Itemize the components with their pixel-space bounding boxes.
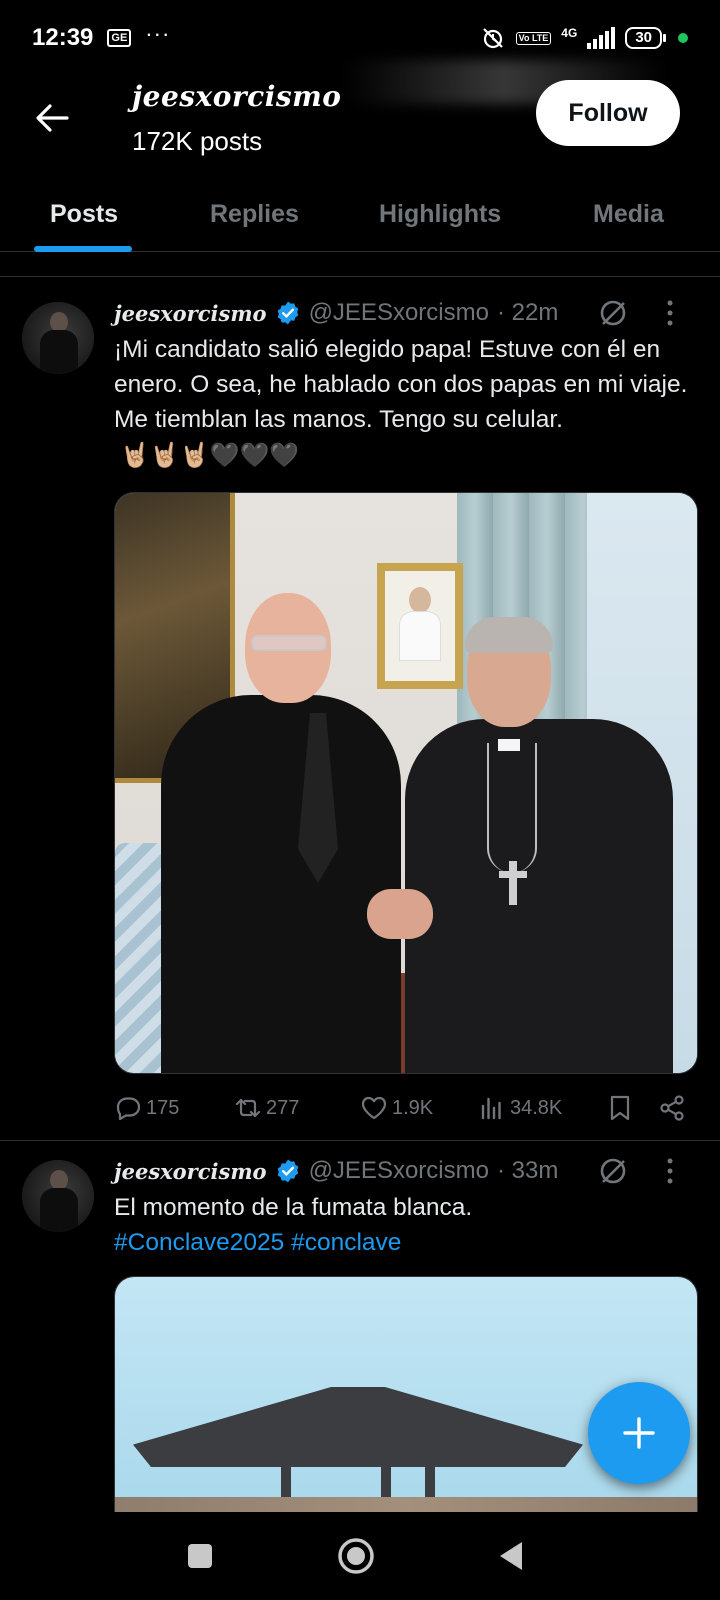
grok-icon[interactable] [598,298,628,328]
repost-icon [235,1098,261,1118]
verified-icon [277,301,298,325]
bookmark-button[interactable] [606,1090,634,1126]
tab-media[interactable]: Media [593,176,664,252]
reply-count: 175 [146,1096,180,1119]
views-icon [481,1097,501,1120]
compose-plus-icon [623,1417,655,1449]
verified-icon [277,1159,298,1183]
tab-highlights[interactable]: Highlights [379,176,501,252]
nav-home-icon [338,1538,374,1574]
grok-icon[interactable] [598,1156,628,1186]
reply-button[interactable]: 175 [114,1090,179,1126]
post-text: El momento de la fumata blanca. #Conclav… [114,1190,704,1260]
tab-replies-label: Replies [210,199,299,228]
sim-chip-icon: GE [107,29,132,47]
repost-count: 277 [266,1096,300,1119]
post-divider [0,1140,720,1141]
status-time: 12:39 [32,24,94,51]
post-body: ¡Mi candidato salió elegido papa! Estuve… [114,336,688,433]
repost-button[interactable]: 277 [234,1090,299,1126]
nav-recents-icon [188,1544,212,1568]
volte-label: Vo LTE [518,32,549,43]
network-type-label: 4G [561,26,578,40]
views-button[interactable]: 34.8K [478,1090,562,1126]
tab-replies[interactable]: Replies [210,176,299,252]
battery-level: 30 [635,29,652,46]
post-timestamp: · 22m [496,299,559,326]
avatar[interactable] [22,302,94,374]
follow-button[interactable]: Follow [536,80,680,146]
back-button[interactable] [30,96,74,140]
person-left [161,695,401,1073]
signal-icon [587,27,616,49]
tab-media-label: Media [593,199,664,228]
feed-divider [0,276,720,277]
profile-header: jeesxorcismo 172K posts Follow [0,60,720,176]
more-notifications-icon: ··· [145,21,171,46]
emoji-group: 🤘🏼🤘🏼🤘🏼🖤🖤🖤 [120,441,300,469]
tab-posts[interactable]: Posts [34,176,133,252]
nav-back-icon [500,1542,522,1570]
system-nav-bar [0,1512,720,1600]
like-icon [361,1096,387,1120]
post-author-handle[interactable]: @JEESxorcismo [309,1157,489,1185]
post-body: El momento de la fumata blanca. [114,1194,473,1221]
share-button[interactable] [658,1090,686,1126]
active-tab-indicator [34,246,133,252]
reply-icon [116,1097,141,1121]
tab-posts-label: Posts [50,199,119,228]
tab-highlights-label: Highlights [379,199,502,228]
bookmark-icon [610,1095,630,1121]
compose-button[interactable] [588,1382,690,1484]
more-icon[interactable] [666,300,674,326]
nav-recents-button[interactable] [180,1536,220,1576]
post-actions: 175 277 1.9K 34.8K [114,1090,694,1126]
like-button[interactable]: 1.9K [360,1090,433,1126]
avatar[interactable] [22,1160,94,1232]
profile-display-name: jeesxorcismo [132,80,342,113]
nav-home-button[interactable] [336,1536,376,1576]
handshake [367,889,433,939]
alarm-off-icon [482,28,503,49]
like-count: 1.9K [392,1096,434,1119]
post-header: jeesxorcismo @JEESxorcismo · 22m [114,296,558,330]
post-author-name[interactable]: jeesxorcismo [114,301,267,326]
post-hashtags[interactable]: #Conclave2025 #conclave [114,1225,704,1260]
framed-portrait [377,563,463,689]
privacy-indicator-icon [678,33,688,43]
views-count: 34.8K [510,1096,563,1119]
post-author-handle[interactable]: @JEESxorcismo [309,299,489,327]
post-photo[interactable] [114,492,698,1074]
posts-count: 172K posts [132,126,263,156]
post-author-name[interactable]: jeesxorcismo [114,1159,267,1184]
post-timestamp: · 33m [496,1157,559,1184]
volte-icon: Vo LTE [515,31,552,45]
back-arrow-icon [36,104,69,132]
post-emojis: 🤘🏼🤘🏼🤘🏼🖤🖤🖤 [120,441,299,471]
post-text: ¡Mi candidato salió elegido papa! Estuve… [114,332,704,472]
person-right [405,719,673,1073]
profile-tabs: Posts Replies Highlights Media [0,176,720,252]
nav-back-button[interactable] [492,1536,532,1576]
post-header: jeesxorcismo @JEESxorcismo · 33m [114,1154,558,1188]
battery-icon: 30 [625,27,666,49]
more-icon[interactable] [666,1158,674,1184]
share-icon [660,1095,684,1121]
post-item[interactable]: jeesxorcismo @JEESxorcismo · 22m ¡Mi can… [0,296,720,1136]
